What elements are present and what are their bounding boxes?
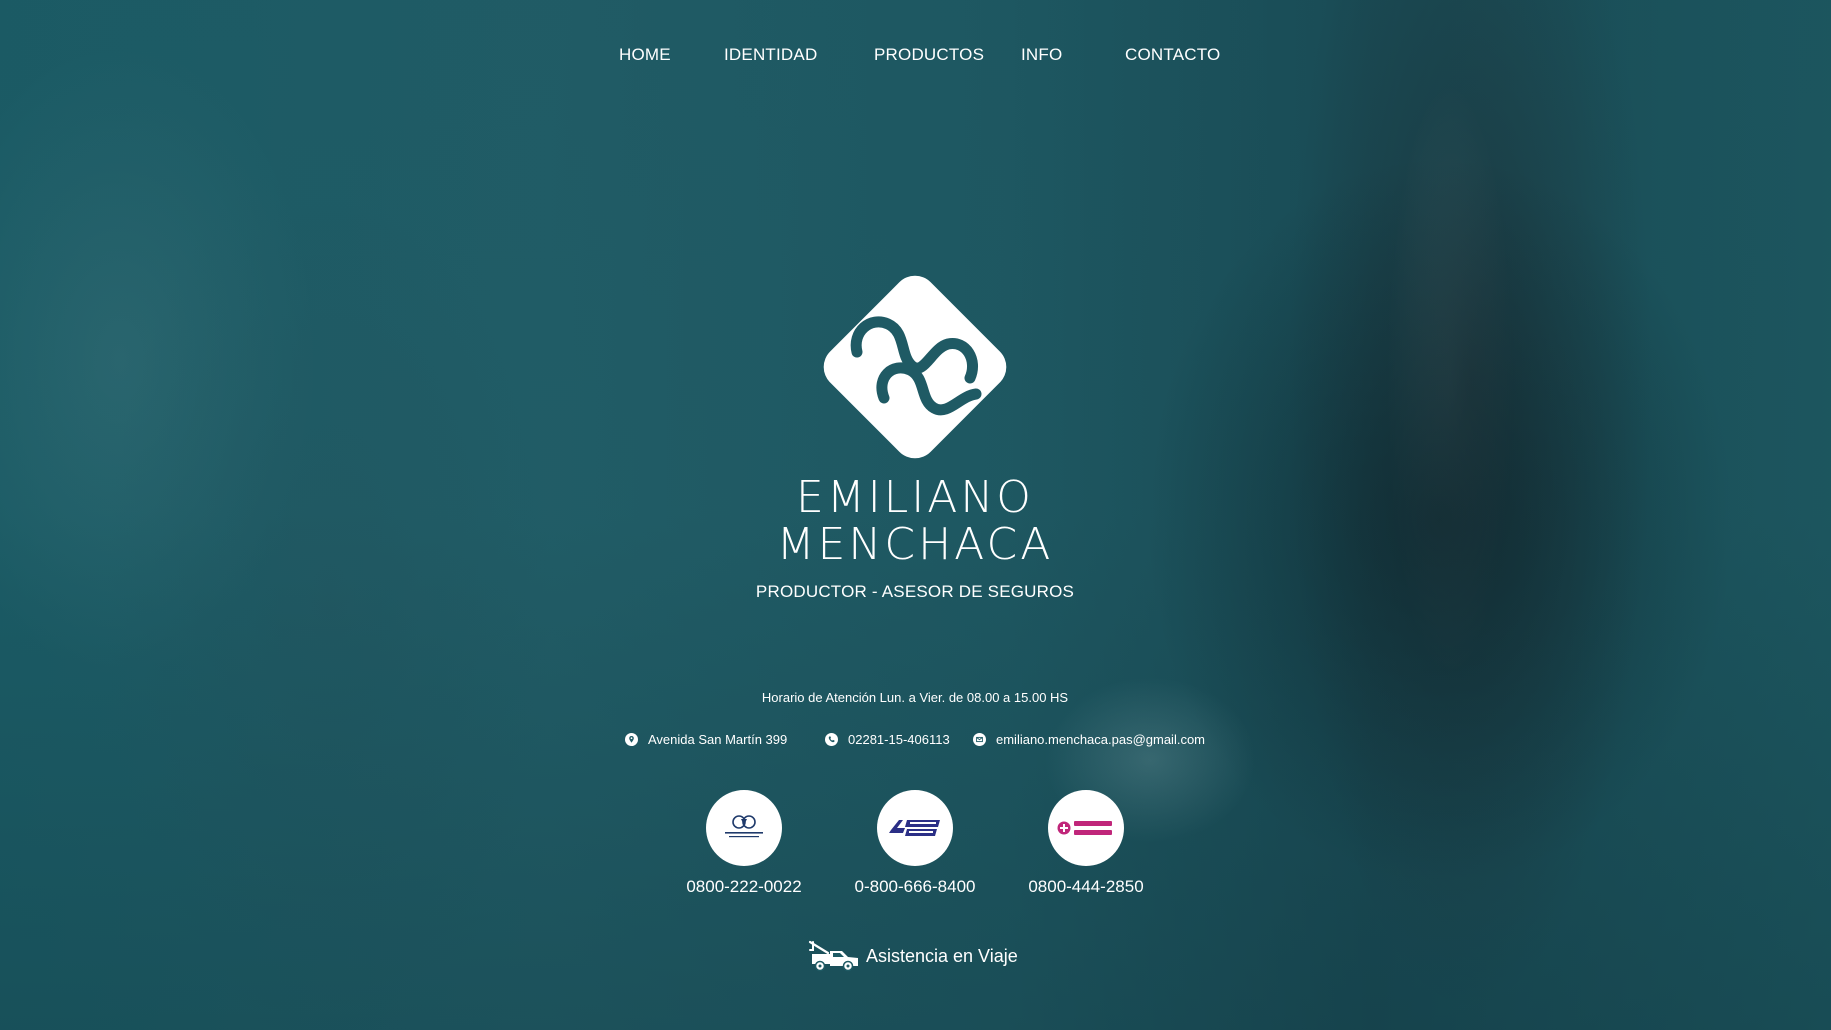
office-hours: Horario de Atención Lun. a Vier. de 08.0…: [761, 690, 1069, 705]
insurer-logo-circle: [877, 790, 953, 866]
email-icon: [973, 732, 986, 746]
copan-seguros-logo-icon: [889, 819, 941, 836]
brand-last-name: MENCHACA: [776, 519, 1054, 570]
main-nav: HOME IDENTIDAD PRODUCTOS INFO CONTACTO: [0, 44, 1831, 68]
nav-item-home[interactable]: HOME: [619, 44, 671, 66]
contact-email[interactable]: emiliano.menchaca.pas@gmail.com: [973, 730, 1205, 748]
insurer-phone: 0-800-666-8400: [854, 877, 976, 896]
insurer-copan-seguros[interactable]: 0-800-666-8400: [840, 790, 990, 897]
brand-tagline: PRODUCTOR - ASESOR DE SEGUROS: [755, 582, 1075, 601]
insurer-phone: 0800-444-2850: [1028, 877, 1144, 896]
federacion-patronal-logo-icon: [725, 815, 763, 838]
travel-assistance-link[interactable]: Asistencia en Viaje: [808, 938, 1018, 974]
location-pin-icon: [625, 732, 638, 746]
contact-phone[interactable]: 02281-15-406113: [825, 730, 950, 748]
nav-item-contacto[interactable]: CONTACTO: [1125, 44, 1220, 66]
nav-item-info[interactable]: INFO: [1021, 44, 1062, 66]
sancor-seguros-logo-icon: [1057, 821, 1112, 835]
phone-icon: [825, 732, 838, 746]
insurer-logo-circle: [706, 790, 782, 866]
brand-first-name: EMILIANO: [796, 472, 1034, 523]
insurer-sancor-seguros[interactable]: 0800-444-2850: [1011, 790, 1161, 897]
insurer-phone: 0800-222-0022: [686, 877, 802, 896]
contact-phone-text: 02281-15-406113: [848, 731, 950, 747]
insurer-federacion-patronal[interactable]: 0800-222-0022: [669, 790, 819, 897]
brand-logo-icon: [823, 275, 1007, 459]
nav-item-productos[interactable]: PRODUCTOS: [874, 44, 984, 66]
contact-email-text: emiliano.menchaca.pas@gmail.com: [996, 731, 1206, 747]
travel-assistance-label: Asistencia en Viaje: [866, 945, 1018, 966]
nav-item-identidad[interactable]: IDENTIDAD: [724, 44, 817, 66]
contact-address-text: Avenida San Martín 399: [648, 731, 788, 747]
tow-truck-icon: [808, 940, 858, 972]
contact-address: Avenida San Martín 399: [625, 730, 787, 748]
insurer-logo-circle: [1048, 790, 1124, 866]
